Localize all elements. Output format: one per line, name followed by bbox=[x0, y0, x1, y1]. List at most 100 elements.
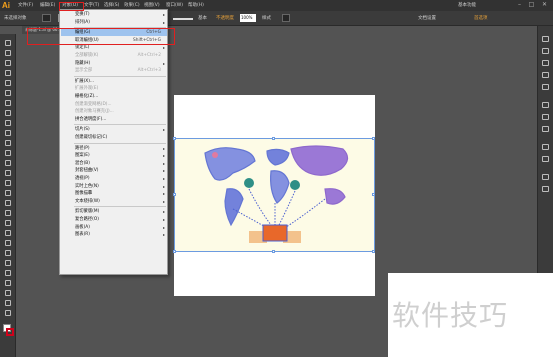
object-menu-item[interactable]: 图像描摹 ▸ bbox=[61, 190, 167, 197]
transparency-panel-icon[interactable] bbox=[542, 126, 549, 132]
watermark-text: 软件技巧 bbox=[392, 299, 509, 332]
slice-tool-icon[interactable] bbox=[5, 290, 11, 296]
stroke-panel-icon[interactable] bbox=[542, 102, 549, 108]
paintbrush-tool-icon[interactable] bbox=[5, 120, 11, 126]
color-guide-panel-icon[interactable] bbox=[542, 48, 549, 54]
blob-brush-tool-icon[interactable] bbox=[5, 140, 11, 146]
object-menu-item[interactable]: 路径(P) ▸ bbox=[61, 145, 167, 152]
stroke-profile-sample[interactable] bbox=[173, 18, 193, 20]
object-menu-item[interactable]: 创建裁切标记(C) bbox=[61, 134, 167, 141]
menu-window[interactable]: 窗口(W) bbox=[166, 2, 183, 8]
preferences-button[interactable]: 首选项 bbox=[474, 15, 488, 21]
shape-builder-tool-icon[interactable] bbox=[5, 200, 11, 206]
appearance-panel-icon[interactable] bbox=[542, 144, 549, 150]
line-tool-icon[interactable] bbox=[5, 100, 11, 106]
object-menu-item[interactable]: 混合(B) ▸ bbox=[61, 160, 167, 167]
world-map-illustration bbox=[204, 145, 349, 243]
type-tool-icon[interactable] bbox=[5, 90, 11, 96]
object-menu-item[interactable]: 锁定(L) ▸ bbox=[61, 44, 167, 51]
document-setup-button[interactable]: 文档设置 bbox=[418, 15, 436, 21]
object-menu-item[interactable]: 封套扭曲(V) ▸ bbox=[61, 167, 167, 174]
object-menu-item[interactable]: 图表(R) ▸ bbox=[61, 231, 167, 238]
selection-handle-top-left[interactable] bbox=[173, 137, 176, 140]
zoom-tool-icon[interactable] bbox=[5, 310, 11, 316]
object-menu-item[interactable]: 实时上色(N) ▸ bbox=[61, 183, 167, 190]
selection-handle-top-center[interactable] bbox=[272, 137, 275, 140]
opacity-input[interactable]: 100% bbox=[240, 14, 256, 22]
eyedropper-tool-icon[interactable] bbox=[5, 240, 11, 246]
graphic-styles-panel-icon[interactable] bbox=[542, 156, 549, 162]
menu-item-label: 图像描摹 bbox=[75, 191, 93, 197]
menu-type[interactable]: 文字(T) bbox=[84, 2, 99, 8]
direct-selection-tool-icon[interactable] bbox=[5, 50, 11, 56]
object-menu-item[interactable]: 复合路径(O) ▸ bbox=[61, 216, 167, 223]
menu-item-label: 封套扭曲(V) bbox=[75, 168, 99, 174]
submenu-arrow-icon: ▸ bbox=[162, 127, 165, 133]
selection-handle-bottom-center[interactable] bbox=[272, 250, 275, 253]
gradient-panel-icon[interactable] bbox=[542, 114, 549, 120]
object-menu-item[interactable]: 拼合透明度(F)... bbox=[61, 116, 167, 123]
pencil-tool-icon[interactable] bbox=[5, 130, 11, 136]
column-graph-tool-icon[interactable] bbox=[5, 270, 11, 276]
symbols-panel-icon[interactable] bbox=[542, 84, 549, 90]
selection-handle-bottom-left[interactable] bbox=[173, 250, 176, 253]
maximize-icon[interactable]: □ bbox=[527, 1, 536, 9]
menu-select[interactable]: 选择(S) bbox=[104, 2, 119, 8]
free-transform-tool-icon[interactable] bbox=[5, 190, 11, 196]
menu-help[interactable]: 帮助(H) bbox=[188, 2, 204, 8]
object-menu-item[interactable]: 画板(A) ▸ bbox=[61, 224, 167, 231]
menu-item-label: 复合路径(O) bbox=[75, 217, 99, 222]
width-tool-icon[interactable] bbox=[5, 180, 11, 186]
rotate-tool-icon[interactable] bbox=[5, 160, 11, 166]
selection-handle-middle-right[interactable] bbox=[372, 193, 375, 196]
object-menu-item[interactable]: 透视(P) ▸ bbox=[61, 175, 167, 182]
color-panel-icon[interactable] bbox=[542, 36, 549, 42]
symbol-sprayer-tool-icon[interactable] bbox=[5, 260, 11, 266]
selection-handle-middle-left[interactable] bbox=[173, 193, 176, 196]
rectangle-tool-icon[interactable] bbox=[5, 110, 11, 116]
perspective-grid-tool-icon[interactable] bbox=[5, 210, 11, 216]
layers-panel-icon[interactable] bbox=[542, 174, 549, 180]
blend-tool-icon[interactable] bbox=[5, 250, 11, 256]
object-menu-item[interactable]: 扩展(X)... bbox=[61, 78, 167, 85]
object-menu-item[interactable]: 排列(A) ▸ bbox=[61, 19, 167, 26]
opacity-label[interactable]: 不透明度 bbox=[216, 15, 234, 21]
swatches-panel-icon[interactable] bbox=[542, 60, 549, 66]
object-menu-item[interactable]: 剪切蒙版(M) ▸ bbox=[61, 208, 167, 215]
artboard-tool-icon[interactable] bbox=[5, 280, 11, 286]
selection-tool-icon[interactable] bbox=[5, 40, 11, 46]
object-menu-item[interactable]: 栅格化(Z)... bbox=[61, 93, 167, 100]
menu-view[interactable]: 视图(V) bbox=[144, 2, 160, 8]
fill-color-picker[interactable] bbox=[42, 14, 51, 22]
brushes-panel-icon[interactable] bbox=[542, 72, 549, 78]
mesh-tool-icon[interactable] bbox=[5, 220, 11, 226]
object-menu-item[interactable]: 切片(S) ▸ bbox=[61, 126, 167, 133]
object-menu-item[interactable]: 文本绕排(W) ▸ bbox=[61, 198, 167, 205]
selection-handle-top-right[interactable] bbox=[372, 137, 375, 140]
artboards-panel-icon[interactable] bbox=[542, 186, 549, 192]
magic-wand-tool-icon[interactable] bbox=[5, 60, 11, 66]
style-picker[interactable] bbox=[282, 14, 290, 22]
close-icon[interactable]: ✕ bbox=[540, 1, 549, 9]
menu-edit[interactable]: 编辑(E) bbox=[40, 2, 55, 8]
menu-item-label: 全部解锁(K) bbox=[75, 53, 99, 58]
object-menu-item: 创建渐变网格(D)... bbox=[61, 101, 167, 108]
menu-effect[interactable]: 效果(C) bbox=[124, 2, 140, 8]
stroke-swatch[interactable] bbox=[6, 328, 14, 336]
object-menu-item[interactable]: 变换(T) ▸ bbox=[61, 11, 167, 18]
stroke-style-label[interactable]: 基本 bbox=[198, 15, 207, 21]
workspace-switcher[interactable]: 基本功能 bbox=[458, 2, 476, 8]
selection-handle-bottom-right[interactable] bbox=[372, 250, 375, 253]
object-menu-item[interactable]: 图案(E) ▸ bbox=[61, 152, 167, 159]
lasso-tool-icon[interactable] bbox=[5, 70, 11, 76]
menu-file[interactable]: 文件(F) bbox=[18, 2, 33, 8]
gradient-tool-icon[interactable] bbox=[5, 230, 11, 236]
world-map-artwork[interactable] bbox=[174, 138, 375, 252]
object-menu-item[interactable]: 隐藏(H) ▸ bbox=[61, 60, 167, 67]
menu-item-label: 图表(R) bbox=[75, 232, 90, 238]
hand-tool-icon[interactable] bbox=[5, 300, 11, 306]
pen-tool-icon[interactable] bbox=[5, 80, 11, 86]
scale-tool-icon[interactable] bbox=[5, 170, 11, 176]
minimize-icon[interactable]: – bbox=[515, 1, 524, 9]
eraser-tool-icon[interactable] bbox=[5, 150, 11, 156]
